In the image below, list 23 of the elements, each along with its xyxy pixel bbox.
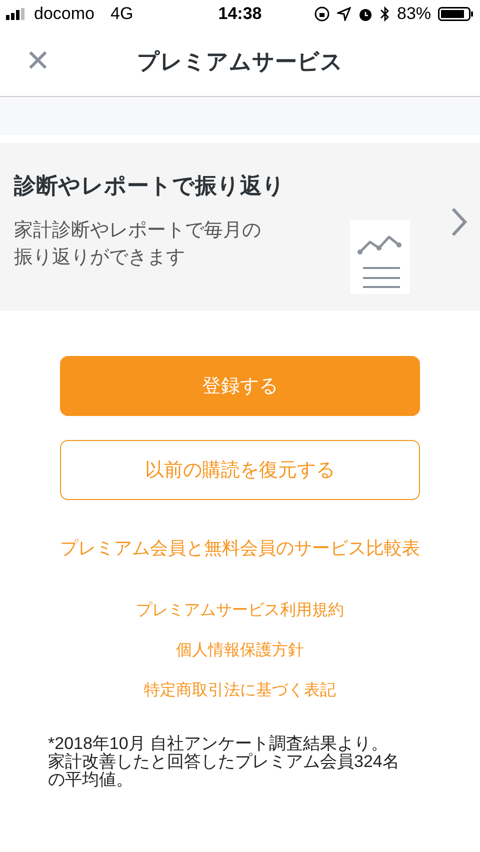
location-arrow-icon <box>336 7 351 21</box>
footnote-text: *2018年10月 自社アンケート調査結果より。 家計改善したと回答したプレミアム会員324名 の平均値。 <box>48 735 400 789</box>
feature-title: 診断やレポートで振り返り <box>14 173 286 202</box>
comparison-link[interactable]: プレミアム会員と無料会員のサービス比較表 <box>60 536 420 560</box>
report-chart-icon <box>350 220 410 294</box>
policy-link[interactable]: 特定商取引法に基づく表記 <box>144 680 336 701</box>
alarm-clock-icon <box>358 6 373 22</box>
bluetooth-icon <box>380 6 390 22</box>
battery-percent: 83% <box>396 4 432 24</box>
policy-link[interactable]: プレミアムサービス利用規約 <box>136 600 344 621</box>
restore-button[interactable]: 以前の購読を復元する <box>60 440 420 500</box>
chevron-right-icon <box>450 206 468 238</box>
clock-time: 14:38 <box>218 4 262 24</box>
page-title: プレミアムサービス <box>136 49 344 77</box>
battery-icon <box>438 7 474 21</box>
policy-link[interactable]: 個人情報保護方針 <box>176 640 304 661</box>
register-button[interactable]: 登録する <box>60 356 420 416</box>
close-button[interactable]: ✕ <box>20 44 56 80</box>
carrier-name: docomo <box>34 4 94 24</box>
rotation-lock-icon <box>314 6 330 22</box>
feature-card[interactable]: 診断やレポートで振り返り 家計診断やレポートで毎月の 振り返りができます <box>0 143 480 311</box>
network-type: 4G <box>110 4 134 24</box>
feature-description: 家計診断やレポートで毎月の 振り返りができます <box>14 218 262 270</box>
